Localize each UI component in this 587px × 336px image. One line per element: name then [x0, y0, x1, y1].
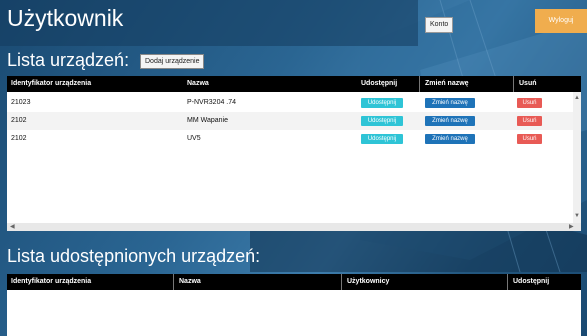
- column-header-name: Nazwa: [187, 80, 209, 87]
- column-header-name: Nazwa: [179, 278, 201, 285]
- column-header-share: Udostępnij: [513, 278, 550, 285]
- device-name: MM Wapanie: [187, 117, 228, 124]
- scroll-left-icon[interactable]: ◀: [10, 223, 15, 231]
- shared-devices-section-title: Lista udostępnionych urządzeń:: [7, 246, 261, 266]
- horizontal-scrollbar[interactable]: ◀ ▶: [7, 223, 581, 231]
- device-id: 21023: [11, 99, 31, 106]
- account-button[interactable]: Konto: [425, 17, 454, 33]
- column-header-users: Użytkownicy: [347, 278, 390, 285]
- rename-button[interactable]: Zmień nazwę: [425, 98, 475, 108]
- table-row: 2102 UV5 Udostępnij Zmień nazwę Usuń: [7, 130, 573, 148]
- rename-button[interactable]: Zmień nazwę: [425, 134, 475, 144]
- shared-table-header: Identyfikator urządzenia Nazwa Użytkowni…: [7, 274, 581, 290]
- add-device-button[interactable]: Dodaj urządzenie: [140, 54, 205, 69]
- vertical-scrollbar[interactable]: ▲ ▼: [573, 92, 581, 223]
- share-button[interactable]: Udostępnij: [361, 116, 403, 126]
- scroll-down-icon[interactable]: ▼: [574, 212, 580, 220]
- delete-button[interactable]: Usuń: [517, 98, 542, 108]
- delete-button[interactable]: Usuń: [517, 116, 542, 126]
- devices-section-title: Lista urządzeń:: [7, 50, 130, 70]
- column-header-id: Identyfikator urządzenia: [11, 80, 92, 87]
- table-row: 2102 MM Wapanie Udostępnij Zmień nazwę U…: [7, 112, 573, 130]
- column-divider: [507, 274, 508, 290]
- column-header-id: Identyfikator urządzenia: [11, 278, 92, 285]
- device-name: P-NVR3204 .74: [187, 99, 237, 106]
- column-divider: [419, 76, 420, 92]
- scroll-up-icon[interactable]: ▲: [574, 94, 580, 102]
- column-header-delete: Usuń: [519, 80, 537, 87]
- share-button[interactable]: Udostępnij: [361, 98, 403, 108]
- logout-button[interactable]: Wyloguj: [535, 9, 587, 33]
- column-header-rename: Zmień nazwę: [425, 80, 469, 87]
- devices-table: Identyfikator urządzenia Nazwa Udostępni…: [7, 76, 581, 231]
- scroll-right-icon[interactable]: ▶: [569, 223, 574, 231]
- devices-table-header: Identyfikator urządzenia Nazwa Udostępni…: [7, 76, 581, 92]
- delete-button[interactable]: Usuń: [517, 134, 542, 144]
- column-divider: [513, 76, 514, 92]
- column-header-share: Udostępnij: [361, 80, 398, 87]
- column-divider: [173, 274, 174, 290]
- page-title: Użytkownik: [7, 5, 124, 31]
- rename-button[interactable]: Zmień nazwę: [425, 116, 475, 126]
- device-name: UV5: [187, 135, 201, 142]
- shared-devices-table: Identyfikator urządzenia Nazwa Użytkowni…: [7, 274, 581, 336]
- device-id: 2102: [11, 117, 27, 124]
- column-divider: [341, 274, 342, 290]
- table-row: 21023 P-NVR3204 .74 Udostępnij Zmień naz…: [7, 94, 573, 112]
- share-button[interactable]: Udostępnij: [361, 134, 403, 144]
- device-id: 2102: [11, 135, 27, 142]
